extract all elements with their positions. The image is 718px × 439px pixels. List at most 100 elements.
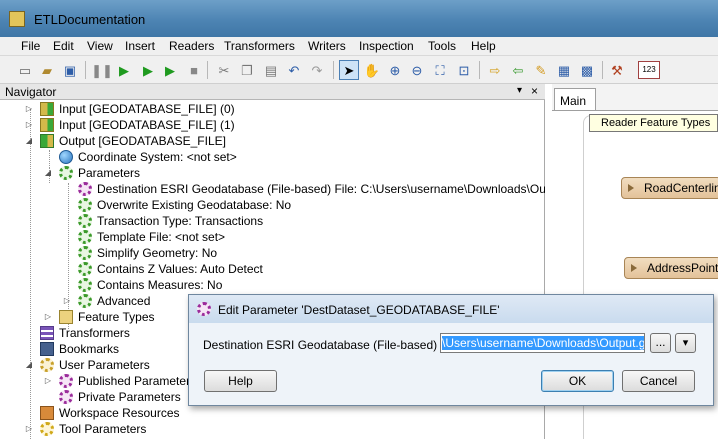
transformers-icon	[40, 326, 54, 340]
menu-view[interactable]: View	[87, 39, 113, 53]
menu-tools[interactable]: Tools	[428, 39, 456, 53]
window-title: ETLDocumentation	[34, 12, 146, 27]
expand-icon[interactable]: ▷	[24, 421, 34, 437]
cancel-button[interactable]: Cancel	[622, 370, 695, 392]
transformer-gallery-icon[interactable]: ▩	[578, 61, 596, 79]
zoom-selected-icon[interactable]: ⊡	[455, 61, 473, 79]
gear-icon	[197, 302, 211, 316]
open-icon[interactable]: ▰	[38, 61, 56, 79]
run-to-icon[interactable]: ▶	[139, 61, 157, 79]
app-icon	[9, 11, 25, 27]
new-icon[interactable]: ▭	[16, 61, 34, 79]
redo-icon[interactable]: ↷	[308, 61, 326, 79]
paste-icon[interactable]: ▤	[262, 61, 280, 79]
gear-icon	[78, 262, 92, 276]
gear-icon	[78, 278, 92, 292]
gear-icon	[78, 198, 92, 212]
zoom-extents-icon[interactable]: ⛶	[431, 61, 449, 79]
collapse-icon[interactable]: ◢	[24, 357, 34, 373]
bookmarks-icon	[40, 342, 54, 356]
cut-icon[interactable]: ✂	[215, 61, 233, 79]
node-arrow-icon	[631, 264, 637, 272]
tree-item-workspace-resources[interactable]: Workspace Resources	[0, 405, 545, 421]
parameter-value-input[interactable]: \Users\username\Downloads\Output.gdb	[440, 333, 645, 353]
expand-icon[interactable]: ▷	[24, 117, 34, 133]
tree-item-z-values[interactable]: Contains Z Values: Auto Detect	[0, 261, 545, 277]
reader-icon	[40, 118, 54, 132]
add-reader-icon[interactable]: ⇨	[486, 61, 504, 79]
expand-icon[interactable]: ▷	[24, 101, 34, 117]
gear-icon	[59, 374, 73, 388]
menu-help[interactable]: Help	[471, 39, 496, 53]
tree-item-input-0[interactable]: ▷ Input [GEODATABASE_FILE] (0)	[0, 101, 545, 117]
zoom-out-icon[interactable]: ⊖	[408, 61, 426, 79]
menu-readers[interactable]: Readers	[169, 39, 214, 53]
reader-icon	[40, 102, 54, 116]
tree-item-template-file[interactable]: Template File: <not set>	[0, 229, 545, 245]
navigator-menu-icon[interactable]: ▾	[517, 85, 522, 96]
gear-icon	[78, 246, 92, 260]
pause-icon[interactable]: ❚❚	[91, 61, 113, 79]
tree-item-simplify-geometry[interactable]: Simplify Geometry: No	[0, 245, 545, 261]
tab-main[interactable]: Main	[554, 88, 596, 110]
stop-icon[interactable]: ■	[185, 61, 203, 79]
gear-icon	[78, 214, 92, 228]
bookmark-icon[interactable]: ▦	[555, 61, 573, 79]
collapse-icon[interactable]: ◢	[43, 165, 53, 181]
navigator-close-icon[interactable]: ×	[531, 84, 538, 98]
feature-type-node-addresspoint[interactable]: AddressPoint [I	[624, 257, 718, 279]
ok-button[interactable]: OK	[541, 370, 614, 392]
copy-icon[interactable]: ❐	[238, 61, 256, 79]
tree-item-output[interactable]: ◢ Output [GEODATABASE_FILE]	[0, 133, 545, 149]
menu-inspection[interactable]: Inspection	[359, 39, 414, 53]
tree-item-input-1[interactable]: ▷ Input [GEODATABASE_FILE] (1)	[0, 117, 545, 133]
expand-icon[interactable]: ▷	[43, 373, 53, 389]
run-icon[interactable]: ▶	[115, 61, 133, 79]
tree-item-overwrite[interactable]: Overwrite Existing Geodatabase: No	[0, 197, 545, 213]
dialog-title-bar[interactable]: Edit Parameter 'DestDataset_GEODATABASE_…	[189, 295, 713, 323]
zoom-in-icon[interactable]: ⊕	[386, 61, 404, 79]
feature-type-node-roadcenterline[interactable]: RoadCenterlin...	[621, 177, 718, 199]
tree-item-transaction-type[interactable]: Transaction Type: Transactions	[0, 213, 545, 229]
writer-icon	[40, 134, 54, 148]
browse-button[interactable]: ...	[650, 333, 671, 353]
edit-parameter-dialog: Edit Parameter 'DestDataset_GEODATABASE_…	[188, 294, 714, 406]
tree-item-coordinate-system[interactable]: Coordinate System: <not set>	[0, 149, 545, 165]
options-dropdown-button[interactable]: ▾	[675, 333, 696, 353]
tree-item-parameters[interactable]: ◢ Parameters	[0, 165, 545, 181]
menu-transformers[interactable]: Transformers	[224, 39, 295, 53]
toolbar: ▭ ▰ ▣ ❚❚ ▶ ▶ ▶ ■ ✂ ❐ ▤ ↶ ↷ ➤ ✋ ⊕ ⊖ ⛶ ⊡ ⇨…	[0, 56, 718, 84]
tree-item-measures[interactable]: Contains Measures: No	[0, 277, 545, 293]
title-bar: ETLDocumentation	[0, 0, 718, 37]
navigator-header: Navigator ▾ ×	[0, 84, 545, 100]
parameter-label: Destination ESRI Geodatabase (File-based…	[203, 338, 464, 352]
gear-icon	[78, 230, 92, 244]
menu-bar: File Edit View Insert Readers Transforme…	[0, 37, 718, 56]
gear-icon	[78, 182, 92, 196]
menu-writers[interactable]: Writers	[308, 39, 346, 53]
menu-file[interactable]: File	[21, 39, 40, 53]
gear-icon	[40, 422, 54, 436]
menu-insert[interactable]: Insert	[125, 39, 155, 53]
add-writer-icon[interactable]: ⇦	[509, 61, 527, 79]
save-icon[interactable]: ▣	[61, 61, 79, 79]
navigator-title: Navigator	[5, 85, 57, 99]
feature-count-icon[interactable]: 123	[638, 61, 660, 79]
undo-icon[interactable]: ↶	[285, 61, 303, 79]
select-icon[interactable]: ➤	[339, 60, 359, 80]
run-stop-icon[interactable]: ▶	[161, 61, 179, 79]
pan-icon[interactable]: ✋	[363, 61, 381, 79]
expand-icon[interactable]: ▷	[62, 293, 72, 309]
help-button[interactable]: Help	[204, 370, 277, 392]
expand-icon[interactable]: ▷	[43, 309, 53, 325]
tree-item-destination-file[interactable]: Destination ESRI Geodatabase (File-based…	[0, 181, 545, 197]
annotation-icon[interactable]: ✎	[532, 61, 550, 79]
gear-icon	[40, 358, 54, 372]
tree-item-tool-parameters[interactable]: ▷ Tool Parameters	[0, 421, 545, 437]
tool-icon[interactable]: ⚒	[608, 61, 626, 79]
gear-icon	[59, 390, 73, 404]
dialog-title: Edit Parameter 'DestDataset_GEODATABASE_…	[218, 303, 500, 317]
menu-edit[interactable]: Edit	[53, 39, 74, 53]
collapse-icon[interactable]: ◢	[24, 133, 34, 149]
node-arrow-icon	[628, 184, 634, 192]
